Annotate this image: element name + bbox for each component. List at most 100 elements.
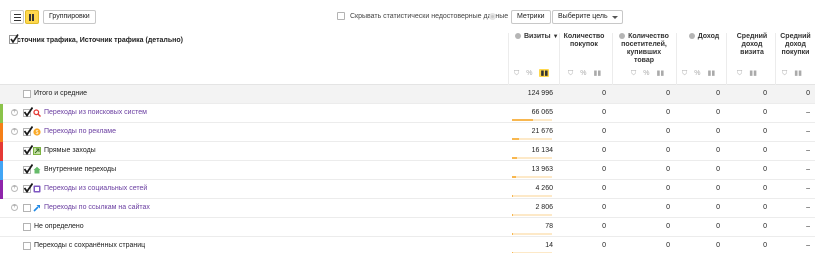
percent-icon[interactable]: % <box>643 70 649 77</box>
filter-icon[interactable]: ⛉ <box>568 70 573 78</box>
cell-avg-visit: 0 <box>763 223 767 230</box>
cell-visits: 4 260 <box>535 185 553 192</box>
table-row[interactable]: + Переходы из социальных сетей 4 260 0 0 0 0 – <box>0 180 815 199</box>
percent-icon[interactable]: % <box>694 70 700 77</box>
table-row[interactable]: Прямые заходы 16 134 0 0 0 0 – <box>0 142 815 161</box>
row-label[interactable]: Переходы из поисковых систем <box>44 109 147 116</box>
filter-icon[interactable]: ⛉ <box>782 70 787 78</box>
bar-chart-icon[interactable]: ▮▮ <box>593 69 601 77</box>
link-icon <box>33 204 41 212</box>
cell-revenue: 0 <box>716 90 720 97</box>
totals-row[interactable]: Итого и средние 124 996 0 0 0 0 0 <box>0 85 815 104</box>
cell-visits: 16 134 <box>531 147 553 154</box>
visits-share-bar <box>512 195 513 197</box>
cell-revenue: 0 <box>716 147 720 154</box>
row-checkbox[interactable] <box>23 242 31 250</box>
column-avg-visit-line1: Средний <box>736 33 768 40</box>
goal-select[interactable]: Выберите цель <box>552 10 623 24</box>
list-view-button[interactable] <box>10 10 24 24</box>
cell-buyers: 0 <box>666 90 670 97</box>
cell-purchases: 0 <box>602 204 606 211</box>
table-row[interactable]: Внутренние переходы 13 963 0 0 0 0 – <box>0 161 815 180</box>
column-buyers-line4: товар <box>634 57 654 64</box>
expand-icon[interactable]: + <box>11 204 18 211</box>
cell-visits: 2 806 <box>535 204 553 211</box>
row-checkbox[interactable] <box>23 204 31 212</box>
column-revenue[interactable]: Доход <box>682 33 726 41</box>
table-row[interactable]: Переходы с сохранённых страниц 14 0 0 0 0 – <box>0 237 815 253</box>
cell-buyers: 0 <box>666 147 670 154</box>
row-label[interactable]: Переходы по рекламе <box>44 128 116 135</box>
hide-unreliable-checkbox[interactable] <box>337 12 345 20</box>
filter-icon[interactable]: ⛉ <box>682 70 687 78</box>
cell-avg-purchase: – <box>806 204 810 211</box>
hide-unreliable-toggle[interactable]: Скрывать статистически недостоверные дан… <box>337 12 508 20</box>
table-row[interactable]: Не определено 78 0 0 0 0 – <box>0 218 815 237</box>
column-avg-visit-line2: доход <box>741 41 763 48</box>
row-label[interactable]: Переходы из социальных сетей <box>44 185 147 192</box>
checkmark-icon[interactable] <box>23 106 34 118</box>
cell-purchases: 0 <box>602 185 606 192</box>
column-avg-purchase-line3: покупки <box>781 49 810 56</box>
hide-unreliable-label: Скрывать статистически недостоверные дан… <box>349 12 509 20</box>
row-checkbox[interactable] <box>23 223 31 231</box>
table-row[interactable]: + $ Переходы по рекламе 21 676 0 0 0 0 – <box>0 123 815 142</box>
row-label[interactable]: Переходы по ссылкам на сайтах <box>44 204 150 211</box>
column-avg-visit[interactable]: Средний доход визита <box>728 33 776 57</box>
row-label: Прямые заходы <box>44 147 96 154</box>
cell-avg-visit: 0 <box>763 128 767 135</box>
cell-revenue: 0 <box>716 185 720 192</box>
checkmark-icon[interactable] <box>23 125 34 137</box>
bar-chart-icon[interactable]: ▮▮ <box>707 69 715 77</box>
visits-column-tools: ⛉% ▮▮ <box>514 69 556 79</box>
column-buyers-line2: посетителей, <box>621 41 667 48</box>
cell-buyers: 0 <box>666 185 670 192</box>
cell-buyers: 0 <box>666 242 670 249</box>
bar-chart-icon[interactable]: ▮▮ <box>656 69 664 77</box>
column-purchases[interactable]: Количество покупок <box>560 33 608 49</box>
bar-chart-icon[interactable]: ▮▮ <box>794 69 802 77</box>
cell-revenue: 0 <box>716 128 720 135</box>
dimension-title[interactable]: Источник трафика, Источник трафика (дета… <box>9 34 183 44</box>
checkmark-icon[interactable] <box>23 144 34 156</box>
filter-icon[interactable]: ⛉ <box>514 70 519 78</box>
percent-icon[interactable]: % <box>526 70 532 77</box>
cell-buyers: 0 <box>666 223 670 230</box>
table-header: Источник трафика, Источник трафика (дета… <box>0 33 815 85</box>
tree-view-button[interactable] <box>25 10 39 24</box>
cell-avg-visit: 0 <box>763 147 767 154</box>
direct-icon <box>33 147 41 155</box>
gear-icon[interactable] <box>489 13 496 20</box>
cell-purchases: 0 <box>602 128 606 135</box>
table-row[interactable]: + Переходы по ссылкам на сайтах 2 806 0 0 0 0 – <box>0 199 815 218</box>
cell-revenue: 0 <box>716 166 720 173</box>
row-color-marker <box>0 180 3 199</box>
column-visits[interactable]: Визиты ▼ <box>515 33 559 41</box>
expand-icon[interactable]: + <box>11 185 18 192</box>
internal-icon <box>33 166 41 174</box>
bar-chart-icon[interactable]: ▮▮ <box>749 69 757 77</box>
checkmark-icon[interactable] <box>9 34 19 44</box>
column-buyers[interactable]: Количество посетителей, купивших товар <box>614 33 674 65</box>
visits-share-bar <box>512 157 517 159</box>
chevron-down-icon <box>611 16 618 19</box>
table-row[interactable]: + Переходы из поисковых систем 66 065 0 0 0 0 – <box>0 104 815 123</box>
row-checkbox[interactable] <box>23 90 31 98</box>
row-color-marker <box>0 104 3 123</box>
filter-icon[interactable]: ⛉ <box>737 70 742 78</box>
metrics-button[interactable]: Метрики <box>511 10 551 24</box>
expand-icon[interactable]: + <box>11 109 18 116</box>
bar-chart-icon[interactable]: ▮▮ <box>539 69 550 77</box>
column-avg-purchase[interactable]: Средний доход покупки <box>776 33 815 57</box>
help-icon[interactable] <box>688 33 695 39</box>
groupings-button[interactable]: Группировки <box>43 10 96 24</box>
help-icon[interactable] <box>515 33 521 39</box>
expand-icon[interactable]: + <box>11 128 18 135</box>
percent-icon[interactable]: % <box>580 70 586 77</box>
filter-icon[interactable]: ⛉ <box>631 70 636 78</box>
checkmark-icon[interactable] <box>23 182 34 194</box>
checkmark-icon[interactable] <box>23 163 34 175</box>
help-icon[interactable] <box>619 33 626 39</box>
report-toolbar: Группировки Скрывать статистически недос… <box>0 0 815 33</box>
cell-avg-visit: 0 <box>763 109 767 116</box>
